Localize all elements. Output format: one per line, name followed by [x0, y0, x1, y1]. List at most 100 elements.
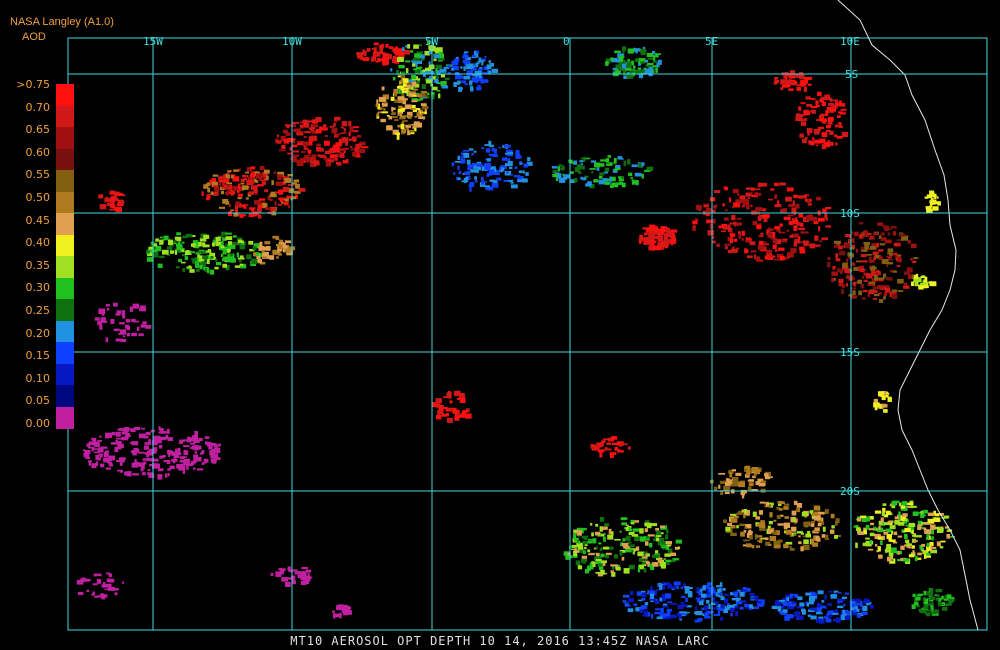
aerosol-pixel: [813, 221, 819, 224]
aerosol-pixel: [609, 452, 614, 459]
aerosol-pixel: [891, 289, 898, 292]
aerosol-pixel: [887, 520, 894, 523]
aerosol-pixel: [143, 435, 149, 439]
aerosol-pixel: [923, 591, 926, 595]
aerosol-pixel: [122, 335, 126, 338]
aerosol-pixel: [738, 233, 742, 239]
aerosol-pixel: [435, 398, 442, 404]
aerosol-pixel: [861, 612, 868, 615]
aerosol-pixel: [900, 545, 905, 550]
aerosol-pixel: [860, 246, 865, 250]
aerosol-pixel: [225, 236, 233, 240]
aerosol-pixel: [826, 603, 832, 606]
aerosol-pixel: [856, 613, 861, 618]
aerosol-pixel: [842, 609, 845, 614]
aerosol-pixel: [612, 67, 617, 71]
aerosol-pixel: [261, 181, 266, 185]
aerosol-pixel: [815, 535, 820, 542]
aerosol-pixel: [595, 523, 599, 527]
aerosol-pixel: [165, 473, 168, 478]
aerosol-pixel: [119, 470, 123, 473]
aerosol-pixel: [913, 540, 918, 543]
aerosol-pixel: [940, 526, 944, 529]
aerosol-pixel: [464, 51, 469, 54]
aerosol-pixel: [651, 240, 657, 243]
aerosol-pixel: [920, 282, 926, 286]
aerosol-pixel: [744, 465, 751, 470]
aerosol-pixel: [609, 176, 612, 182]
aerosol-pixel: [825, 618, 832, 623]
aerosol-pixel: [799, 246, 805, 250]
aerosol-pixel: [258, 206, 263, 209]
aerosol-pixel: [669, 614, 677, 619]
aerosol-pixel: [488, 60, 491, 64]
aerosol-pixel: [718, 225, 725, 229]
aerosol-pixel: [807, 199, 811, 205]
aerosol-pixel: [941, 595, 944, 600]
aerosol-pixel: [111, 196, 117, 201]
aerosol-pixel: [786, 597, 789, 601]
aerosol-pixel: [416, 67, 421, 70]
aerosol-pixel: [183, 460, 187, 466]
aerosol-pixel: [729, 222, 737, 225]
aerosol-pixel: [795, 117, 803, 121]
aerosol-pixel: [792, 200, 795, 206]
aerosol-pixel: [439, 405, 442, 409]
aerosol-pixel: [488, 153, 494, 157]
aerosol-pixel: [146, 450, 153, 456]
aerosol-pixel: [651, 614, 654, 619]
aerosol-pixel: [486, 174, 490, 177]
aerosol-pixel: [292, 580, 296, 585]
aerosol-pixel: [740, 589, 747, 592]
aerosol-pixel: [582, 540, 588, 545]
aerosol-pixel: [942, 607, 948, 611]
aerosol-pixel: [932, 206, 939, 211]
aerosol-pixel: [797, 596, 803, 601]
aerosol-pixel: [803, 521, 809, 527]
aerosol-pixel: [209, 269, 215, 275]
aerosol-pixel: [272, 235, 279, 239]
aerosol-pixel: [167, 428, 170, 434]
legend-swatch: [56, 170, 74, 192]
aerosol-pixel: [730, 518, 738, 523]
aerosol-pixel: [732, 476, 739, 483]
aerosol-pixel: [665, 534, 669, 540]
aerosol-pixel: [825, 225, 832, 228]
aerosol-pixel: [599, 566, 604, 570]
aerosol-pixel: [341, 120, 348, 127]
aerosol-pixel: [837, 115, 841, 118]
aerosol-pixel: [883, 531, 889, 535]
aerosol-pixel: [605, 61, 609, 66]
aerosol-pixel: [822, 526, 826, 532]
aerosol-pixel: [604, 181, 610, 185]
aerosol-pixel: [592, 561, 596, 567]
aerosol-pixel: [733, 591, 738, 597]
aerosol-pixel: [732, 604, 738, 606]
aerosol-pixel: [264, 189, 269, 193]
aerosol-pixel: [287, 566, 291, 572]
aerosol-pixel: [851, 287, 857, 290]
aerosol-pixel: [267, 255, 273, 259]
aerosol-pixel: [797, 615, 804, 620]
aerosol-pixel: [933, 609, 940, 612]
aerosol-pixel: [659, 562, 666, 567]
aerosol-pixel: [810, 615, 817, 620]
aerosol-pixel: [886, 510, 891, 515]
aerosol-pixel: [677, 546, 681, 549]
aerosol-pixel: [239, 214, 244, 218]
aerosol-pixel: [798, 106, 802, 111]
aerosol-pixel: [329, 147, 334, 150]
aerosol-pixel: [741, 238, 745, 241]
aerosol-pixel: [936, 541, 941, 546]
aerosol-pixel: [584, 546, 587, 550]
aerosol-pixel: [219, 206, 226, 209]
aerosol-pixel: [785, 196, 792, 202]
aerosol-pixel: [809, 596, 816, 601]
aerosol-pixel: [897, 254, 902, 257]
aerosol-pixel: [635, 546, 640, 551]
aerosol-pixel: [801, 121, 807, 127]
aerosol-pixel: [771, 605, 778, 609]
aerosol-pixel: [754, 595, 759, 601]
aerosol-pixel: [436, 415, 442, 420]
aerosol-pixel: [898, 290, 904, 292]
